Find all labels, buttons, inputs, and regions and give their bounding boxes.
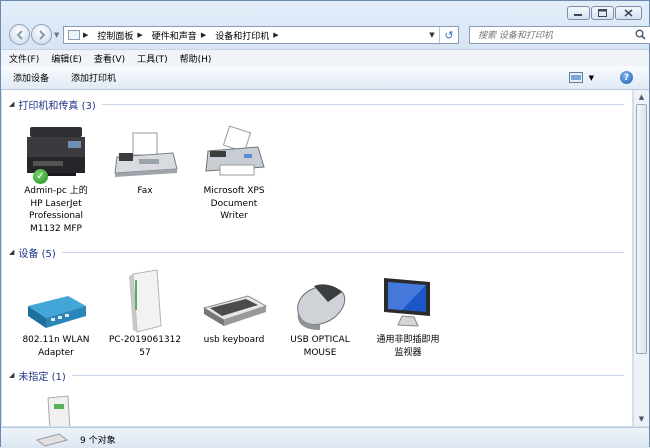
help-icon: ? — [623, 72, 630, 83]
device-label: 通用非即插即用 监视器 — [376, 335, 440, 358]
menu-help[interactable]: 帮助(H) — [180, 52, 212, 65]
breadcrumb-control-panel[interactable]: 控制面板 — [97, 29, 133, 42]
device-label: 802.11n WLAN Adapter — [22, 335, 90, 358]
computer-tower-icon — [129, 269, 162, 333]
device-item-wlan-adapter[interactable]: 802.11n WLAN Adapter — [14, 272, 98, 359]
multifunction-printer-icon — [27, 127, 85, 176]
control-panel-icon — [68, 30, 80, 40]
add-device-button[interactable]: 添加设备 — [13, 71, 49, 84]
refresh-icon: ↺ — [444, 28, 454, 42]
close-button[interactable] — [615, 6, 642, 20]
group-title: 设备 (5) — [18, 248, 56, 260]
device-item-xps-writer[interactable]: Microsoft XPS Document Writer — [192, 123, 276, 223]
breadcrumb-devices-printers[interactable]: 设备和打印机 — [215, 29, 269, 42]
device-item-hp-laserjet[interactable]: ✓ Admin-pc 上的 HP LaserJet Professional M… — [14, 123, 98, 235]
device-item-fax[interactable]: Fax — [103, 123, 187, 198]
scroll-up-button[interactable]: ▲ — [634, 90, 649, 104]
back-arrow-icon — [16, 29, 23, 40]
help-button[interactable]: ? — [620, 71, 633, 84]
item-count: 9 个对象 — [80, 436, 116, 446]
device-item-monitor[interactable]: 通用非即插即用 监视器 — [366, 272, 450, 359]
monitor-icon — [384, 278, 430, 327]
minimize-icon — [574, 14, 582, 16]
search-input[interactable] — [476, 28, 630, 44]
device-item-usb-keyboard[interactable]: usb keyboard — [192, 272, 276, 347]
forward-button[interactable] — [31, 24, 52, 45]
view-dropdown-icon: ▼ — [588, 73, 594, 82]
vertical-scrollbar[interactable]: ▲ ▼ — [633, 90, 649, 426]
device-label: Admin-pc 上的 HP LaserJet Professional M11… — [24, 186, 88, 234]
default-printer-check-icon: ✓ — [33, 169, 48, 184]
group-divider — [71, 374, 624, 376]
address-bar[interactable]: ▶ 控制面板 ▶ 硬件和声音 ▶ 设备和打印机 ▶ ▼ ↺ — [63, 26, 459, 44]
collapse-icon: ◢ — [9, 100, 15, 108]
forward-arrow-icon — [38, 29, 45, 40]
navigation-bar: ▼ ▶ 控制面板 ▶ 硬件和声音 ▶ 设备和打印机 ▶ ▼ ↺ — [7, 23, 650, 47]
breadcrumb-separator[interactable]: ▶ — [273, 31, 283, 39]
view-options-icon — [568, 72, 583, 83]
close-icon — [624, 9, 633, 17]
maximize-icon — [598, 9, 607, 17]
breadcrumb-root-separator[interactable]: ▶ — [83, 31, 93, 39]
back-button[interactable] — [9, 24, 30, 45]
change-view-button[interactable]: ▼ — [568, 72, 594, 83]
menu-view[interactable]: 查看(V) — [94, 52, 125, 65]
device-box-icon — [47, 395, 71, 426]
scroll-thumb[interactable] — [636, 104, 647, 354]
search-box — [469, 26, 650, 44]
device-item-usb-mouse[interactable]: USB OPTICAL MOUSE — [278, 272, 362, 359]
recent-pages-dropdown[interactable]: ▼ — [54, 31, 59, 39]
caption-buttons — [567, 6, 642, 20]
wlan-adapter-icon — [28, 296, 86, 328]
explorer-window: ▼ ▶ 控制面板 ▶ 硬件和声音 ▶ 设备和打印机 ▶ ▼ ↺ 文件(F) 编辑… — [0, 0, 650, 448]
group-divider — [101, 103, 624, 105]
device-label: usb keyboard — [203, 335, 265, 345]
search-icon[interactable] — [635, 29, 646, 40]
keyboard-icon — [202, 295, 268, 326]
fax-icon — [114, 132, 178, 177]
scroll-down-button[interactable]: ▼ — [634, 412, 649, 426]
device-thumbnail-icon — [35, 433, 69, 447]
breadcrumb-separator[interactable]: ▶ — [137, 31, 147, 39]
device-label: USB OPTICAL MOUSE — [290, 335, 350, 358]
menu-bar: 文件(F) 编辑(E) 查看(V) 工具(T) 帮助(H) — [1, 49, 649, 66]
menu-edit[interactable]: 编辑(E) — [51, 52, 82, 65]
breadcrumb-separator[interactable]: ▶ — [201, 31, 211, 39]
menu-tools[interactable]: 工具(T) — [137, 52, 168, 65]
refresh-button[interactable]: ↺ — [439, 27, 458, 43]
minimize-button[interactable] — [567, 6, 590, 20]
maximize-button[interactable] — [591, 6, 614, 20]
device-item-unspecified[interactable] — [14, 390, 98, 426]
command-bar: 添加设备 添加打印机 ▼ ? — [1, 66, 649, 90]
device-list: ◢ 打印机和传真 (3) ✓ Admin-pc 上的 HP LaserJet P… — [2, 90, 632, 426]
collapse-icon: ◢ — [9, 371, 15, 379]
group-title: 未指定 (1) — [18, 371, 66, 383]
printer-icon — [205, 125, 265, 176]
collapse-icon: ◢ — [9, 248, 15, 256]
add-printer-button[interactable]: 添加打印机 — [71, 71, 116, 84]
group-header-printers[interactable]: ◢ 打印机和传真 (3) — [2, 97, 628, 112]
group-header-unspecified[interactable]: ◢ 未指定 (1) — [2, 368, 628, 383]
mouse-icon — [297, 284, 346, 330]
device-label: PC-2019061312 57 — [108, 335, 182, 358]
device-label: Microsoft XPS Document Writer — [203, 186, 265, 221]
status-bar: 9 个对象 — [1, 427, 649, 448]
group-header-devices[interactable]: ◢ 设备 (5) — [2, 245, 628, 260]
breadcrumb-hardware-sound[interactable]: 硬件和声音 — [152, 29, 197, 42]
group-title: 打印机和传真 (3) — [18, 100, 96, 112]
menu-file[interactable]: 文件(F) — [9, 52, 39, 65]
device-item-pc[interactable]: PC-2019061312 57 — [103, 266, 187, 359]
device-label: Fax — [137, 186, 153, 196]
group-divider — [61, 251, 624, 253]
address-dropdown[interactable]: ▼ — [425, 31, 439, 39]
